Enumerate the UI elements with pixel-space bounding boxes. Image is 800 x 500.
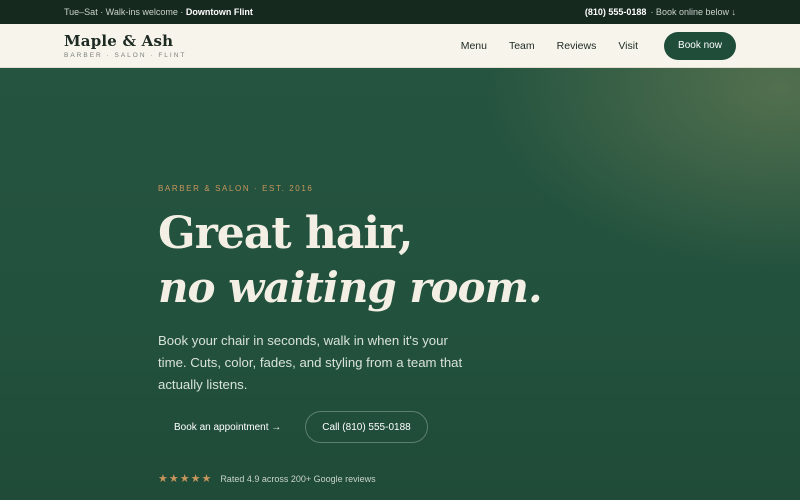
contact-info: (810) 555-0188 · Book online below ↓ xyxy=(585,7,736,17)
headline-line-2: no waiting room. xyxy=(158,263,543,312)
hero-headline: Great hair, no waiting room. xyxy=(158,206,543,314)
hours-text: Tue–Sat · Walk-ins welcome · xyxy=(64,7,186,17)
nav-links: Menu Team Reviews Visit Book now xyxy=(461,31,736,60)
hours-info: Tue–Sat · Walk-ins welcome · Downtown Fl… xyxy=(64,7,253,17)
book-appointment-button[interactable]: Book an appointment → xyxy=(158,411,297,443)
hero-eyebrow: BARBER & SALON · EST. 2016 xyxy=(158,184,314,193)
call-phone-button[interactable]: Call (810) 555-0188 xyxy=(305,411,428,443)
nav-link-team[interactable]: Team xyxy=(509,40,535,52)
logo-tagline: BARBER · SALON · FLINT xyxy=(64,51,187,59)
nav-link-menu[interactable]: Menu xyxy=(461,40,487,52)
hero-section: BARBER & SALON · EST. 2016 Great hair, n… xyxy=(0,68,800,500)
nav-link-visit[interactable]: Visit xyxy=(618,40,638,52)
hero-cta-group: Book an appointment → Call (810) 555-018… xyxy=(158,411,428,443)
main-navigation: Maple & Ash BARBER · SALON · FLINT Menu … xyxy=(0,24,800,68)
book-online-link[interactable]: · Book online below ↓ xyxy=(650,7,736,17)
rating-text: Rated 4.9 across 200+ Google reviews xyxy=(220,473,376,484)
topbar-phone-link[interactable]: (810) 555-0188 xyxy=(585,7,647,17)
location-text: Downtown Flint xyxy=(185,7,253,17)
book-now-button[interactable]: Book now xyxy=(664,31,736,60)
headline-line-1: Great hair, xyxy=(158,208,413,259)
logo[interactable]: Maple & Ash BARBER · SALON · FLINT xyxy=(64,31,187,59)
top-announcement-bar: Tue–Sat · Walk-ins welcome · Downtown Fl… xyxy=(0,0,800,24)
star-rating-icon: ★★★★★ xyxy=(158,473,213,485)
logo-name: Maple & Ash xyxy=(64,31,174,50)
rating-summary: ★★★★★ Rated 4.9 across 200+ Google revie… xyxy=(158,472,376,485)
hero-description: Book your chair in seconds, walk in when… xyxy=(158,333,463,392)
nav-link-reviews[interactable]: Reviews xyxy=(557,40,597,52)
